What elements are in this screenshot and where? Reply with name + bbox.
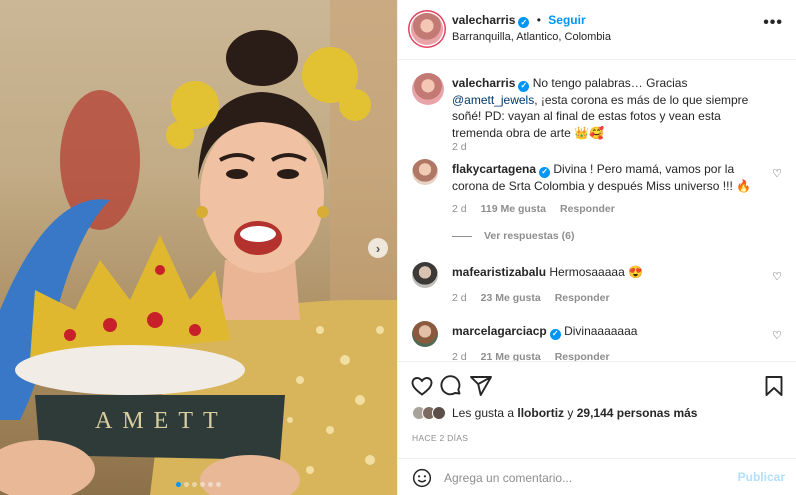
comment-avatar[interactable]: [412, 262, 438, 288]
comment-item: flakycartagena ✓ Divina ! Pero mamá, vamo…: [412, 159, 782, 239]
caption-text: valecharris ✓ No tengo palabras… Gracias …: [452, 75, 772, 141]
carousel-dot: [184, 482, 189, 487]
post-header: valecharris ✓ • Seguir Barranquilla, Atla…: [398, 0, 796, 60]
carousel-dot: [192, 482, 197, 487]
comment-icon[interactable]: [439, 374, 463, 398]
reply-button[interactable]: Responder: [555, 292, 610, 304]
author-avatar[interactable]: [411, 13, 443, 45]
post-detail-panel: valecharris ✓ • Seguir Barranquilla, Atla…: [397, 0, 796, 495]
emoji-icon[interactable]: [412, 468, 432, 488]
verified-badge-icon: ✓: [518, 17, 530, 28]
like-comment-heart-icon[interactable]: ♡: [772, 329, 782, 342]
comment-text: flakycartagena ✓ Divina ! Pero mamá, vamo…: [452, 161, 772, 194]
comment-age[interactable]: 2 d: [452, 203, 467, 215]
comments-section: valecharris ✓ No tengo palabras… Gracias …: [398, 61, 796, 361]
comment-username[interactable]: mafearistizabalu: [452, 265, 546, 279]
post-timestamp[interactable]: HACE 2 DÍAS: [412, 433, 468, 443]
plaque-text: AMETT: [95, 408, 228, 434]
bookmark-icon[interactable]: [762, 374, 786, 398]
carousel-dot: [200, 482, 205, 487]
comment-text: mafearistizabalu Hermosaaaaa 😍: [452, 264, 772, 281]
post-location[interactable]: Barranquilla, Atlantico, Colombia: [452, 31, 611, 43]
comment-meta: 2 d 21 Me gusta Responder: [452, 351, 610, 361]
chevron-right-icon: ›: [375, 240, 381, 256]
comment-text: marcelagarciacp ✓ Divinaaaaaaa: [452, 323, 772, 340]
likes-text: Les gusta a llobortiz y 29,144 personas …: [452, 406, 697, 420]
author-line: valecharris ✓ • Seguir: [452, 13, 586, 28]
view-replies-label: Ver respuestas (6): [484, 230, 575, 242]
reply-button[interactable]: Responder: [560, 203, 615, 215]
caption-body-start: No tengo palabras… Gracias: [529, 76, 688, 90]
follow-button[interactable]: Seguir: [548, 13, 585, 27]
comment-age[interactable]: 2 d: [452, 351, 467, 361]
comment-input[interactable]: [444, 469, 714, 487]
caption: valecharris ✓ No tengo palabras… Gracias …: [412, 73, 782, 153]
verified-badge-icon: ✓: [549, 328, 561, 340]
comment-meta: 2 d 23 Me gusta Responder: [452, 292, 610, 304]
share-icon[interactable]: [469, 374, 493, 398]
liker-avatar: [432, 406, 446, 420]
view-replies-button[interactable]: Ver respuestas (6): [452, 230, 574, 242]
likes-middle: y: [564, 406, 577, 420]
comment-likes[interactable]: 21 Me gusta: [481, 351, 541, 361]
reply-button[interactable]: Responder: [555, 351, 610, 361]
publish-button[interactable]: Publicar: [738, 470, 785, 484]
caption-age[interactable]: 2 d: [452, 141, 467, 153]
comment-age[interactable]: 2 d: [452, 292, 467, 304]
comment-avatar[interactable]: [412, 321, 438, 347]
add-comment-bar: Publicar: [398, 458, 796, 495]
carousel-dot: [216, 482, 221, 487]
carousel-dot: [208, 482, 213, 487]
post-photo[interactable]: AMETT ›: [0, 0, 397, 495]
likes-count[interactable]: 29,144 personas más: [577, 406, 698, 420]
like-comment-heart-icon[interactable]: ♡: [772, 270, 782, 283]
heart-icon[interactable]: [410, 374, 434, 398]
replies-line: [452, 235, 472, 237]
caption-avatar[interactable]: [412, 73, 444, 105]
likes-summary[interactable]: Les gusta a llobortiz y 29,144 personas …: [412, 406, 697, 420]
comment-item: marcelagarciacp ✓ Divinaaaaaaa ♡ 2 d 21 Me…: [412, 321, 782, 361]
carousel-next-button[interactable]: ›: [368, 238, 388, 258]
author-username[interactable]: valecharris: [452, 13, 515, 27]
comment-body: Hermosaaaaa 😍: [546, 265, 644, 279]
comment-avatar[interactable]: [412, 159, 438, 185]
comment-username[interactable]: marcelagarciacp: [452, 324, 547, 338]
comment-likes[interactable]: 23 Me gusta: [481, 292, 541, 304]
comment-item: mafearistizabalu Hermosaaaaa 😍 ♡ 2 d 23 M…: [412, 262, 782, 312]
comment-meta: 2 d 119 Me gusta Responder: [452, 203, 615, 215]
verified-badge-icon: ✓: [539, 166, 551, 178]
verified-badge-icon: ✓: [518, 80, 530, 92]
carousel-dot: [176, 482, 181, 487]
instagram-post-window: AMETT › valecharris ✓ • Seguir Barranquil…: [0, 0, 796, 495]
caption-mention-link[interactable]: @amett_jewels: [452, 93, 534, 107]
liker-username[interactable]: llobortiz: [517, 406, 564, 420]
separator-dot: •: [536, 13, 541, 27]
like-comment-heart-icon[interactable]: ♡: [772, 167, 782, 180]
comment-likes[interactable]: 119 Me gusta: [481, 203, 546, 215]
post-actions: Les gusta a llobortiz y 29,144 personas …: [398, 361, 796, 495]
ellipsis-icon[interactable]: •••: [763, 14, 783, 32]
likes-prefix: Les gusta a: [452, 406, 518, 420]
caption-username[interactable]: valecharris: [452, 76, 515, 90]
carousel-indicator: [0, 482, 397, 487]
comment-body: Divinaaaaaaa: [560, 324, 638, 338]
comment-username[interactable]: flakycartagena: [452, 162, 536, 176]
